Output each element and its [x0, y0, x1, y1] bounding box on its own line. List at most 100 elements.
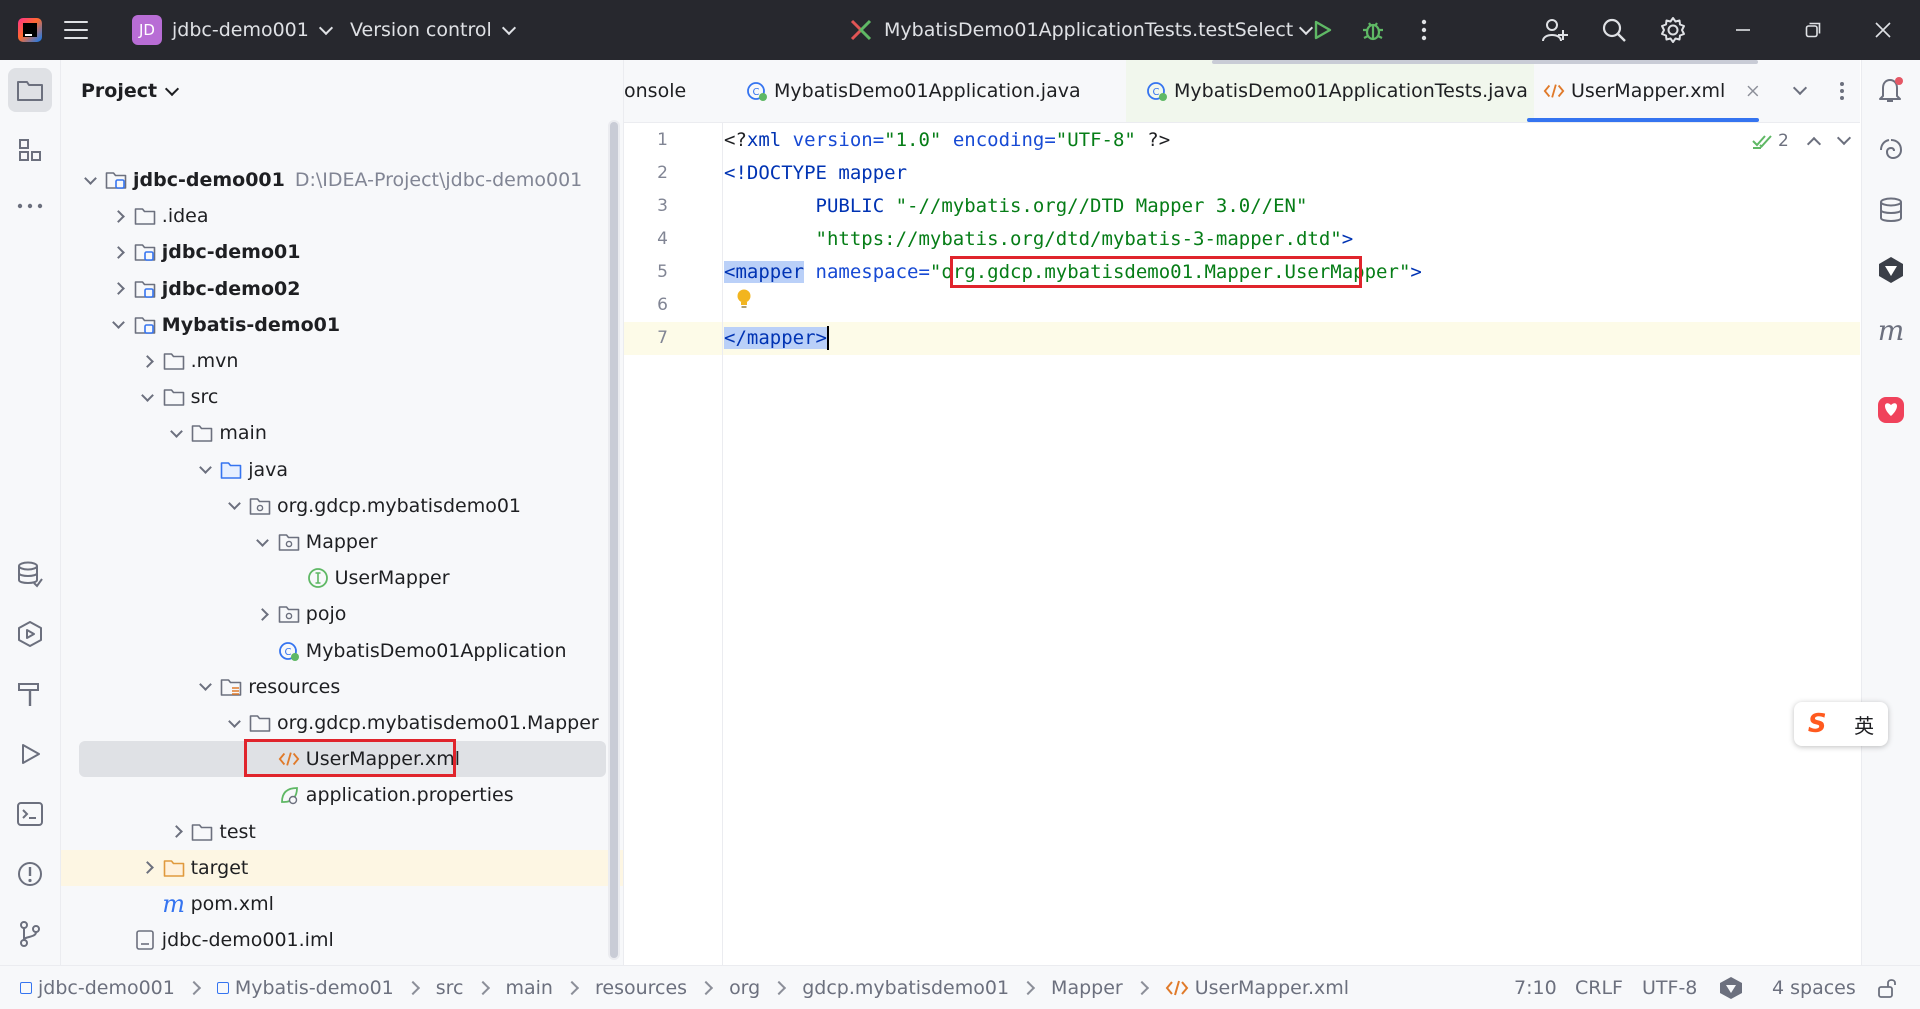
breadcrumb-item[interactable]: UserMapper.xml — [1195, 977, 1349, 999]
chevron-down-icon[interactable] — [196, 461, 214, 479]
tree-item-pom-xml[interactable]: m pom.xml — [61, 886, 606, 922]
chevron-down-icon[interactable] — [225, 714, 243, 732]
notifications-button[interactable] — [1869, 68, 1913, 112]
tree-item-target[interactable]: target — [61, 849, 623, 886]
tabs-dropdown-button[interactable] — [1782, 60, 1818, 122]
tab-mybatis-application[interactable]: C MybatisDemo01Application.java — [746, 60, 1082, 122]
tree-item-jdbc-demo01[interactable]: jdbc-demo01 — [61, 234, 606, 270]
tree-item-pojo[interactable]: pojo — [61, 596, 606, 632]
breadcrumb-item[interactable]: Mybatis-demo01 — [235, 977, 394, 999]
file-encoding[interactable]: UTF-8 — [1642, 966, 1697, 1009]
terminal-tool-button[interactable] — [8, 792, 52, 836]
problems-tool-button[interactable] — [8, 852, 52, 896]
debug-button[interactable] — [1351, 8, 1395, 52]
chevron-right-icon[interactable] — [254, 605, 272, 623]
tree-item-org-gdcp-mybatisdemo01[interactable]: org.gdcp.mybatisdemo01 — [61, 488, 606, 524]
tree-item-usermapper[interactable]: UserMapper — [61, 560, 606, 596]
tree-item-src[interactable]: src — [61, 379, 606, 415]
tree-item-mvn[interactable]: .mvn — [61, 343, 606, 379]
tree-item-idea[interactable]: .idea — [61, 198, 606, 234]
tree-item-test[interactable]: test — [61, 814, 606, 850]
chevron-right-icon[interactable] — [139, 859, 157, 877]
tab-console[interactable]: onsole — [624, 60, 716, 122]
build-tool-button[interactable] — [8, 672, 52, 716]
code-with-me-button[interactable] — [1533, 8, 1577, 52]
services-tool-button[interactable] — [8, 552, 52, 596]
extension-tool-button[interactable] — [1869, 388, 1913, 432]
minimize-button[interactable] — [1713, 0, 1773, 60]
indent-setting[interactable]: 4 spaces — [1772, 966, 1856, 1009]
chevron-down-icon[interactable] — [1836, 130, 1851, 146]
tree-item-main[interactable]: main — [61, 415, 606, 451]
run-tool-button[interactable] — [8, 732, 52, 776]
project-switcher[interactable]: JD jdbc-demo001 — [132, 0, 333, 60]
copilot-status-button[interactable] — [1718, 966, 1744, 1009]
chevron-down-icon[interactable] — [167, 424, 185, 442]
main-menu-button[interactable] — [64, 0, 88, 60]
tree-item-mybatisdemo01application[interactable]: C MybatisDemo01Application — [61, 633, 606, 669]
ai-assistant-button[interactable] — [1869, 128, 1913, 172]
more-tools-button[interactable] — [8, 184, 52, 228]
line-separator[interactable]: CRLF — [1575, 966, 1623, 1009]
plugin-tool-button[interactable] — [1869, 248, 1913, 292]
tree-item-jdbc-demo02[interactable]: jdbc-demo02 — [61, 271, 606, 307]
inspection-widget[interactable]: 2 — [1752, 130, 1851, 152]
tree-item-jdbc-demo001[interactable]: jdbc-demo001 D:\IDEA-Project\jdbc-demo001 — [61, 162, 606, 198]
project-tool-button[interactable] — [8, 68, 52, 112]
input-method-widget[interactable]: S 英 — [1794, 702, 1888, 746]
breadcrumb-item[interactable]: main — [506, 977, 553, 999]
chevron-right-icon[interactable] — [110, 207, 128, 225]
chevron-up-icon[interactable] — [1806, 136, 1821, 152]
structure-tool-button[interactable] — [8, 128, 52, 172]
project-scrollbar[interactable] — [608, 120, 620, 960]
tree-item-jdbc-demo001-iml[interactable]: jdbc-demo001.iml — [61, 922, 606, 958]
tree-item-resources[interactable]: resources — [61, 669, 606, 705]
tree-item-java[interactable]: java — [61, 452, 606, 488]
caret-position[interactable]: 7:10 — [1514, 966, 1557, 1009]
code-editor[interactable]: 1 2 3 4 5 6 7 <? xml version= "1.0" encodi… — [624, 123, 1860, 965]
intention-bulb-icon[interactable] — [735, 288, 753, 317]
breadcrumb-item[interactable]: Mapper — [1051, 977, 1123, 999]
tree-item-mybatis-demo01[interactable]: Mybatis-demo01 — [61, 307, 606, 343]
run-button[interactable] — [1300, 8, 1344, 52]
settings-button[interactable] — [1651, 8, 1695, 52]
chevron-down-icon[interactable] — [139, 388, 157, 406]
tab-mybatis-application-tests[interactable]: C MybatisDemo01ApplicationTests.java — [1126, 60, 1534, 122]
read-only-toggle[interactable] — [1876, 966, 1898, 1009]
git-tool-button[interactable] — [8, 912, 52, 956]
more-actions-button[interactable] — [1402, 8, 1446, 52]
breadcrumb-item[interactable]: src — [436, 977, 464, 999]
breadcrumb-item[interactable]: org — [729, 977, 760, 999]
breadcrumb-item[interactable]: jdbc-demo001 — [38, 977, 175, 999]
chevron-right-icon[interactable] — [110, 280, 128, 298]
project-panel-header[interactable]: Project — [81, 80, 180, 102]
chevron-down-icon[interactable] — [254, 533, 272, 551]
vcs-widget[interactable]: Version control — [350, 0, 516, 60]
chevron-down-icon[interactable] — [110, 316, 128, 334]
chevron-right-icon[interactable] — [110, 243, 128, 261]
svg-text:C: C — [1153, 87, 1160, 98]
tree-item-external-libraries[interactable]: External Libraries — [61, 958, 606, 965]
maven-tool-button[interactable]: m — [1869, 308, 1913, 352]
tree-item-org-gdcp-mybatisdemo01-mapper[interactable]: org.gdcp.mybatisdemo01.Mapper — [61, 705, 606, 741]
database-tool-button[interactable] — [1869, 188, 1913, 232]
minimize-icon — [1736, 29, 1750, 31]
chevron-down-icon[interactable] — [81, 171, 99, 189]
chevron-right-icon[interactable] — [167, 823, 185, 841]
chevron-right-icon[interactable] — [139, 352, 157, 370]
tree-item-mapper[interactable]: Mapper — [61, 524, 606, 560]
tabs-more-button[interactable] — [1824, 60, 1860, 122]
tabs-scrollbar[interactable] — [1212, 60, 1758, 64]
tree-item-application-properties[interactable]: application.properties — [61, 777, 606, 813]
chevron-down-icon[interactable] — [225, 497, 243, 515]
run-config-selector[interactable]: MybatisDemo01ApplicationTests.testSelect — [848, 0, 1314, 60]
breadcrumb-item[interactable]: resources — [595, 977, 687, 999]
close-window-button[interactable] — [1853, 0, 1913, 60]
chevron-down-icon[interactable] — [196, 678, 214, 696]
restore-button[interactable] — [1783, 0, 1843, 60]
close-tab-icon[interactable] — [1747, 85, 1759, 97]
search-button[interactable] — [1592, 8, 1636, 52]
tab-user-mapper-xml[interactable]: UserMapper.xml — [1527, 60, 1759, 122]
endpoints-tool-button[interactable] — [8, 612, 52, 656]
breadcrumb-item[interactable]: gdcp.mybatisdemo01 — [802, 977, 1009, 999]
